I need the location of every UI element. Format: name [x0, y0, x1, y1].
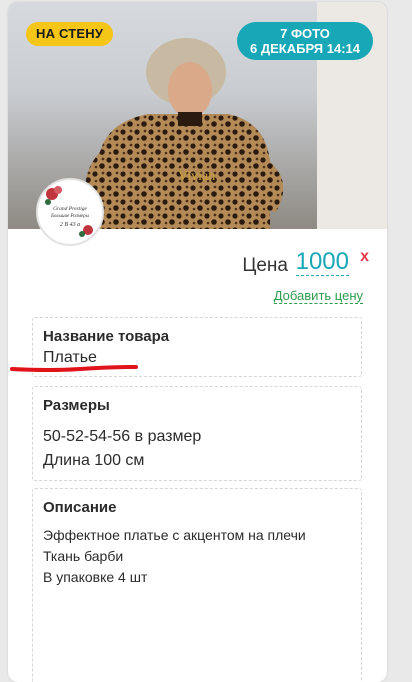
- photo-count-date-badge[interactable]: 7 ФОТО 6 ДЕКАБРЯ 14:14: [237, 22, 373, 60]
- red-underline-annotation: [10, 365, 138, 372]
- add-price-link[interactable]: Добавить цену: [273, 288, 363, 304]
- product-name-title: Название товара: [43, 328, 170, 345]
- description-line-2[interactable]: Ткань барби: [43, 546, 123, 567]
- avatar-line3: 2 В 43 а: [60, 221, 80, 228]
- photo-count-label: 7 ФОТО: [280, 26, 330, 41]
- product-card: Vivian НА СТЕНУ 7 ФОТО 6 ДЕКАБРЯ 14:14 G…: [8, 2, 387, 682]
- price-label: Цена: [242, 255, 288, 276]
- sizes-title: Размеры: [43, 397, 110, 414]
- description-field[interactable]: Описание Эффектное платье с акцентом на …: [32, 488, 362, 682]
- price-value[interactable]: 1000: [295, 249, 349, 276]
- description-title: Описание: [43, 499, 117, 516]
- sizes-line-2[interactable]: Длина 100 см: [43, 449, 144, 473]
- seller-logo-icon: Grand Prestige Большие Размеры 2 В 43 а: [39, 181, 101, 243]
- description-line-1[interactable]: Эффектное платье с акцентом на плечи: [43, 525, 306, 546]
- post-date-label: 6 ДЕКАБРЯ 14:14: [250, 41, 360, 56]
- seller-avatar[interactable]: Grand Prestige Большие Размеры 2 В 43 а: [36, 178, 104, 246]
- price-row: Цена 1000 x: [8, 247, 387, 277]
- description-line-3[interactable]: В упаковке 4 шт: [43, 567, 147, 588]
- sizes-line-1[interactable]: 50-52-54-56 в размер: [43, 425, 201, 449]
- remove-price-button[interactable]: x: [360, 248, 369, 266]
- post-to-wall-badge[interactable]: НА СТЕНУ: [26, 22, 114, 46]
- avatar-line1: Grand Prestige: [53, 206, 87, 212]
- svg-text:Vivian: Vivian: [178, 169, 215, 184]
- avatar-line2: Большие Размеры: [50, 214, 90, 219]
- sizes-field[interactable]: Размеры 50-52-54-56 в размер Длина 100 с…: [32, 386, 362, 481]
